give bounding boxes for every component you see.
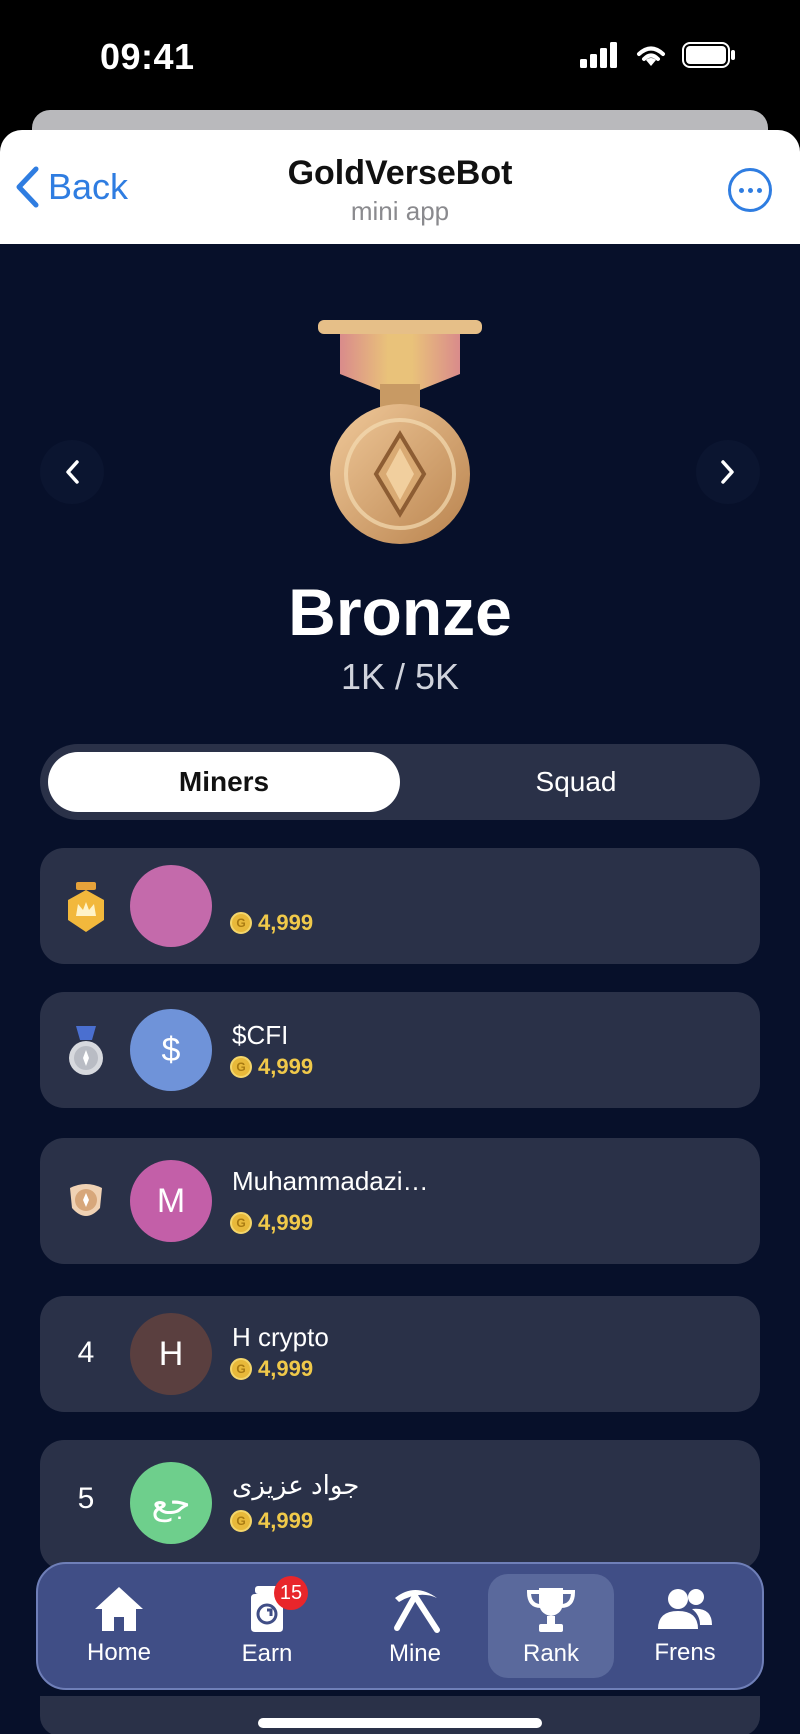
avatar: جع bbox=[130, 1462, 212, 1544]
player-name: Muhammadazi… bbox=[232, 1166, 429, 1196]
player-score: G 4,999 bbox=[230, 1356, 313, 1382]
nav-label: Earn bbox=[241, 1640, 293, 1667]
tab-squad[interactable]: Squad bbox=[400, 752, 752, 812]
avatar: M bbox=[130, 1160, 212, 1242]
app-subtitle: mini app bbox=[350, 196, 450, 226]
nav-mine[interactable]: Mine bbox=[352, 1574, 478, 1678]
score-value: 4,999 bbox=[258, 1508, 314, 1533]
leaderboard-row-partial bbox=[40, 1696, 760, 1734]
trophy-icon bbox=[526, 1588, 576, 1632]
avatar: $ bbox=[130, 1009, 212, 1091]
leaderboard-row[interactable]: 5 جع جواد عزیزی G 4,999 bbox=[40, 1440, 760, 1570]
nav-label: Mine bbox=[388, 1640, 442, 1667]
more-dot bbox=[747, 187, 753, 193]
gold-coin-icon: G bbox=[230, 912, 252, 934]
signal-icon bbox=[580, 42, 617, 68]
leaderboard-row[interactable]: $ $CFI G 4,999 bbox=[40, 992, 760, 1108]
app-header: Back GoldVerseBot mini app bbox=[0, 130, 800, 244]
more-dot bbox=[738, 187, 744, 193]
rank-number: 4 bbox=[77, 1336, 95, 1369]
status-bar: 09:41 bbox=[0, 0, 800, 110]
player-score: G 4,999 bbox=[230, 1054, 313, 1080]
more-dot bbox=[756, 187, 762, 193]
home-indicator bbox=[258, 1718, 542, 1728]
avatar bbox=[130, 865, 212, 947]
nav-rank[interactable]: Rank bbox=[488, 1574, 614, 1678]
silver-medal-badge-icon bbox=[69, 1026, 103, 1075]
chevron-left-icon bbox=[66, 460, 79, 484]
score-value: 4,999 bbox=[258, 1054, 314, 1079]
nav-label: Rank bbox=[522, 1640, 580, 1667]
gold-crown-badge-icon bbox=[68, 882, 104, 932]
player-name: $CFI bbox=[232, 1020, 289, 1050]
bottom-navigation: Home 15 Earn Mine Rank Frens bbox=[36, 1562, 764, 1690]
player-score: G 4,999 bbox=[230, 910, 313, 936]
rank-content: Bronze 1K / 5K Miners Squad G 4,999 $ $C… bbox=[0, 244, 800, 1734]
wifi-icon bbox=[637, 46, 665, 66]
bronze-medal-icon bbox=[318, 320, 482, 544]
player-name: جواد عزیزی bbox=[232, 1470, 360, 1500]
gold-coin-icon: G bbox=[230, 1358, 252, 1380]
nav-earn[interactable]: 15 Earn bbox=[204, 1574, 330, 1678]
pickaxe-icon bbox=[394, 1590, 440, 1633]
more-options-button[interactable] bbox=[728, 168, 772, 212]
notification-badge: 15 bbox=[274, 1576, 308, 1610]
chevron-right-icon bbox=[721, 460, 734, 484]
player-name: H crypto bbox=[232, 1322, 329, 1352]
leaderboard-row[interactable]: M Muhammadazi… G 4,999 bbox=[40, 1138, 760, 1264]
gold-coin-icon: G bbox=[230, 1212, 252, 1234]
nav-home[interactable]: Home bbox=[56, 1574, 182, 1678]
previous-tier-button[interactable] bbox=[40, 440, 104, 504]
battery-icon bbox=[682, 42, 735, 68]
score-value: 4,999 bbox=[258, 1210, 314, 1235]
status-icons bbox=[580, 42, 736, 68]
player-score: G 4,999 bbox=[230, 1210, 313, 1236]
bronze-shield-badge-icon bbox=[70, 1184, 102, 1216]
friends-icon bbox=[658, 1589, 712, 1629]
gold-coin-icon: G bbox=[230, 1510, 252, 1532]
nav-label: Frens bbox=[654, 1639, 716, 1666]
leaderboard-tabs: Miners Squad bbox=[40, 744, 760, 820]
next-tier-button[interactable] bbox=[696, 440, 760, 504]
status-time: 09:41 bbox=[100, 36, 195, 77]
leaderboard-row[interactable]: G 4,999 bbox=[40, 848, 760, 964]
score-value: 4,999 bbox=[258, 910, 314, 935]
player-score: G 4,999 bbox=[230, 1508, 313, 1534]
score-value: 4,999 bbox=[258, 1356, 314, 1381]
tier-progress: 1K / 5K bbox=[340, 656, 460, 697]
gold-coin-icon: G bbox=[230, 1056, 252, 1078]
tab-miners[interactable]: Miners bbox=[48, 752, 400, 812]
nav-label: Home bbox=[86, 1639, 152, 1666]
rank-number: 5 bbox=[77, 1482, 95, 1515]
nav-frens[interactable]: Frens bbox=[622, 1574, 748, 1678]
avatar: H bbox=[130, 1313, 212, 1395]
tier-name: Bronze bbox=[288, 575, 512, 649]
home-icon bbox=[95, 1587, 143, 1631]
app-title: GoldVerseBot bbox=[287, 154, 513, 192]
leaderboard-row[interactable]: 4 H H crypto G 4,999 bbox=[40, 1296, 760, 1412]
